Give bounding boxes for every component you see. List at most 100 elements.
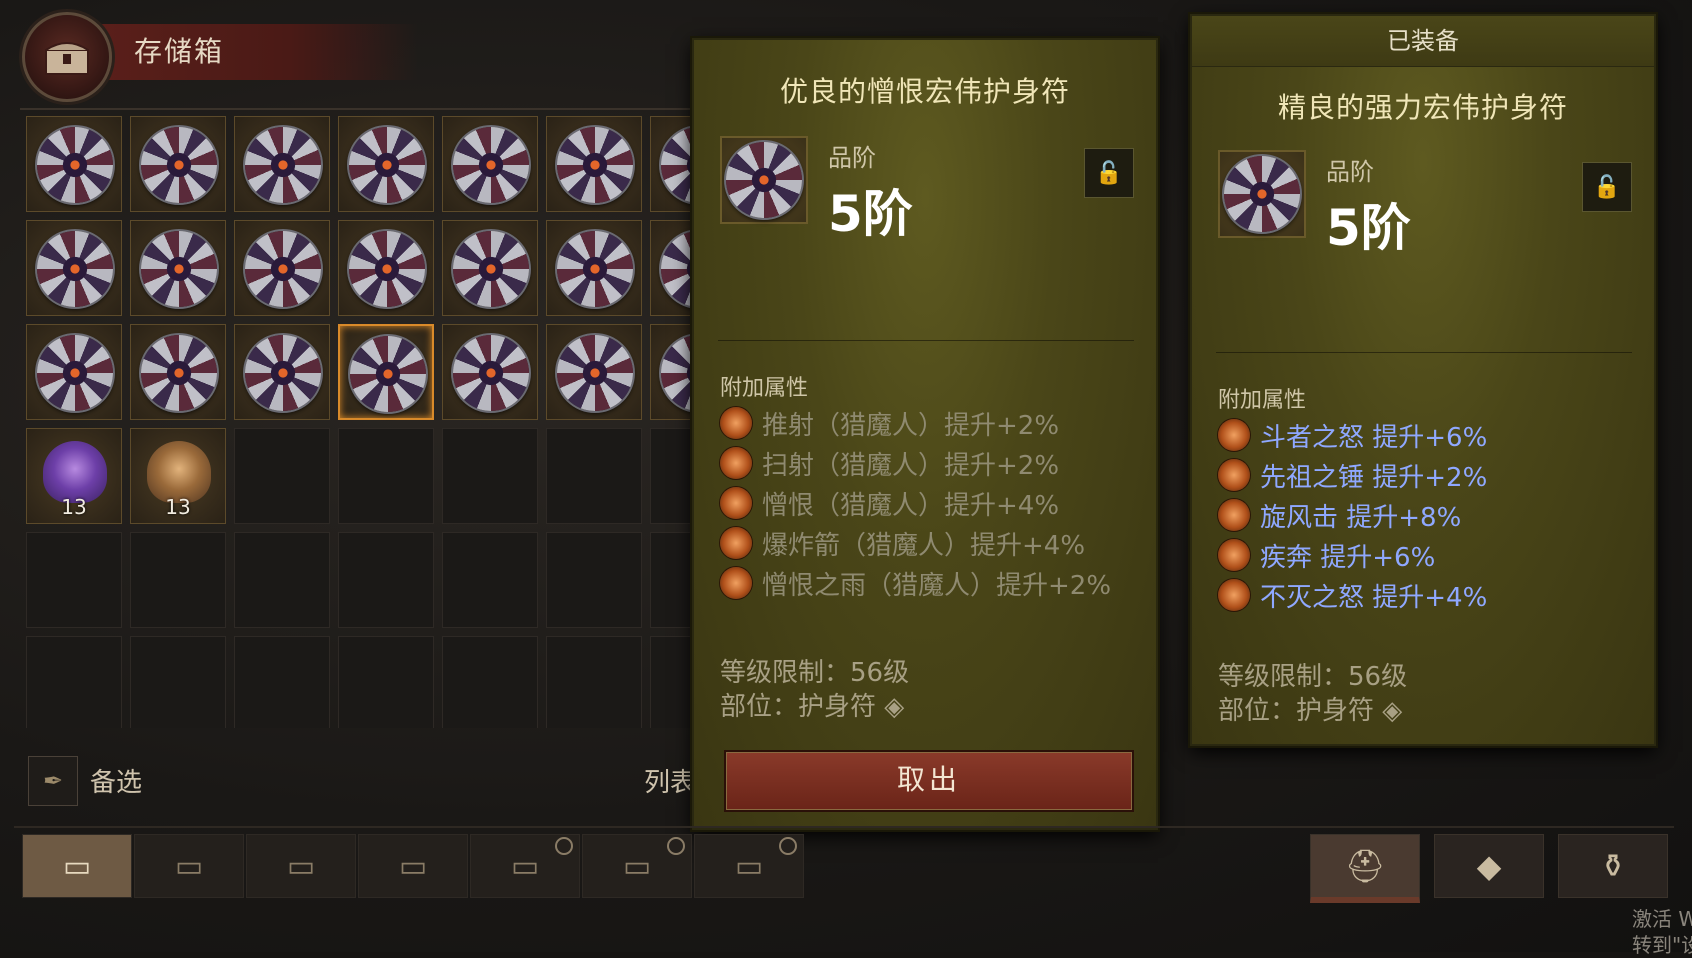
stash-slot[interactable]	[338, 116, 434, 212]
stash-slot[interactable]	[546, 220, 642, 316]
stash-slot[interactable]	[234, 636, 330, 728]
stash-slot[interactable]	[234, 116, 330, 212]
stash-slot[interactable]	[26, 324, 122, 420]
clock-icon	[667, 837, 685, 855]
stash-slot[interactable]	[338, 220, 434, 316]
stash-slot[interactable]	[442, 428, 538, 524]
item-icon	[720, 136, 808, 224]
stash-slot[interactable]	[650, 324, 694, 420]
stack-count: 13	[165, 495, 191, 519]
stash-slot[interactable]: 13	[26, 428, 122, 524]
divider	[1216, 352, 1632, 353]
stash-slot[interactable]	[442, 324, 538, 420]
tab-chest-3[interactable]: ▭	[246, 834, 356, 898]
stash-slot[interactable]	[26, 636, 122, 728]
stash-slot[interactable]	[442, 532, 538, 628]
lock-open-icon[interactable]: 🔓	[1084, 148, 1134, 198]
stash-slot[interactable]	[546, 116, 642, 212]
slot-text: 部位：护身符	[1218, 696, 1375, 726]
stash-slot[interactable]	[26, 116, 122, 212]
stash-slot[interactable]	[234, 532, 330, 628]
tab-chest-timed-7[interactable]: ▭	[694, 834, 804, 898]
affix-row: 推射（猎魔人）提升+2%	[720, 404, 1059, 442]
skill-icon	[720, 487, 752, 519]
amulet-icon	[557, 335, 633, 411]
stash-slot[interactable]	[130, 116, 226, 212]
amulet-icon	[141, 231, 217, 307]
stash-slot[interactable]	[130, 636, 226, 728]
reserve-label[interactable]: 备选	[90, 762, 142, 799]
stash-slot[interactable]: 13	[130, 428, 226, 524]
lock-open-icon[interactable]: 🔓	[1582, 162, 1632, 212]
stash-slot[interactable]	[338, 324, 434, 420]
stash-title: 存储箱	[134, 35, 225, 68]
stash-slot[interactable]	[546, 428, 642, 524]
stash-slot[interactable]	[546, 636, 642, 728]
stash-slot[interactable]	[234, 324, 330, 420]
stash-slot[interactable]	[650, 428, 694, 524]
affix-text: 憎恨之雨（猎魔人）提升+2%	[762, 570, 1112, 601]
affix-row: 先祖之锤 提升+2%	[1218, 456, 1487, 494]
item-slot: 部位：护身符 ◈	[720, 686, 904, 723]
item-name: 优良的憎恨宏伟护身符	[779, 75, 1070, 108]
skill-icon	[720, 527, 752, 559]
gem-bronze-icon	[147, 441, 211, 503]
tab-bag[interactable]: ⚱	[1558, 834, 1668, 898]
stash-slot[interactable]	[546, 532, 642, 628]
affix-row: 疾奔 提升+6%	[1218, 536, 1435, 574]
stash-slot[interactable]	[338, 636, 434, 728]
amulet-icon	[661, 231, 694, 307]
stash-slot[interactable]	[442, 220, 538, 316]
stash-slot[interactable]	[130, 324, 226, 420]
affix-text: 疾奔 提升+6%	[1260, 542, 1436, 573]
item-name: 精良的强力宏伟护身符	[1277, 91, 1568, 124]
affix-text: 先祖之锤 提升+2%	[1260, 462, 1488, 493]
tab-chest-2[interactable]: ▭	[134, 834, 244, 898]
stash-slot[interactable]	[338, 532, 434, 628]
stash-slot[interactable]	[650, 636, 694, 728]
amulet-slot-icon: ◈	[884, 692, 905, 722]
stash-slot[interactable]	[26, 532, 122, 628]
tab-chest-timed-6[interactable]: ▭	[582, 834, 692, 898]
list-label[interactable]: 列表	[644, 762, 696, 799]
stash-slot[interactable]	[546, 324, 642, 420]
amulet-slot-icon: ◈	[1382, 696, 1403, 726]
header-divider	[20, 108, 692, 110]
tier-label: 品阶	[828, 144, 876, 172]
withdraw-button[interactable]: 取出	[724, 750, 1134, 812]
affix-text: 不灭之怒 提升+4%	[1260, 582, 1488, 613]
chest-icon: ▭	[174, 848, 204, 884]
affix-row: 扫射（猎魔人）提升+2%	[720, 444, 1059, 482]
amulet-icon	[245, 231, 321, 307]
tab-chest-1[interactable]: ▭	[22, 834, 132, 898]
affix-row: 斗者之怒 提升+6%	[1218, 416, 1487, 454]
level-requirement: 等级限制：56级	[1218, 662, 1408, 692]
amulet-icon	[453, 127, 529, 203]
affix-row: 憎恨（猎魔人）提升+4%	[720, 484, 1059, 522]
stash-slot[interactable]	[234, 220, 330, 316]
tab-chest-timed-5[interactable]: ▭	[470, 834, 580, 898]
amulet-icon	[1224, 156, 1300, 232]
tab-gem-pile[interactable]: ◆	[1434, 834, 1544, 898]
amulet-icon	[453, 231, 529, 307]
affix-header: 附加属性	[1218, 388, 1307, 413]
item-icon	[1218, 150, 1306, 238]
stash-slot[interactable]	[130, 532, 226, 628]
stash-slot[interactable]	[338, 428, 434, 524]
stash-slot[interactable]	[26, 220, 122, 316]
tab-helmet[interactable]: ⛑	[1310, 834, 1420, 903]
amulet-icon	[661, 335, 694, 411]
stash-slot[interactable]	[442, 116, 538, 212]
tab-chest-4[interactable]: ▭	[358, 834, 468, 898]
skill-icon	[1218, 459, 1250, 491]
tier-label: 品阶	[1326, 158, 1374, 186]
amulet-icon	[245, 127, 321, 203]
amulet-icon	[245, 335, 321, 411]
stash-slot[interactable]	[442, 636, 538, 728]
stash-slot[interactable]	[130, 220, 226, 316]
stash-slot[interactable]	[650, 532, 694, 628]
stash-slot[interactable]	[234, 428, 330, 524]
stash-slot[interactable]	[650, 220, 694, 316]
stash-slot[interactable]	[650, 116, 694, 212]
quill-icon[interactable]: ✒	[28, 756, 78, 806]
